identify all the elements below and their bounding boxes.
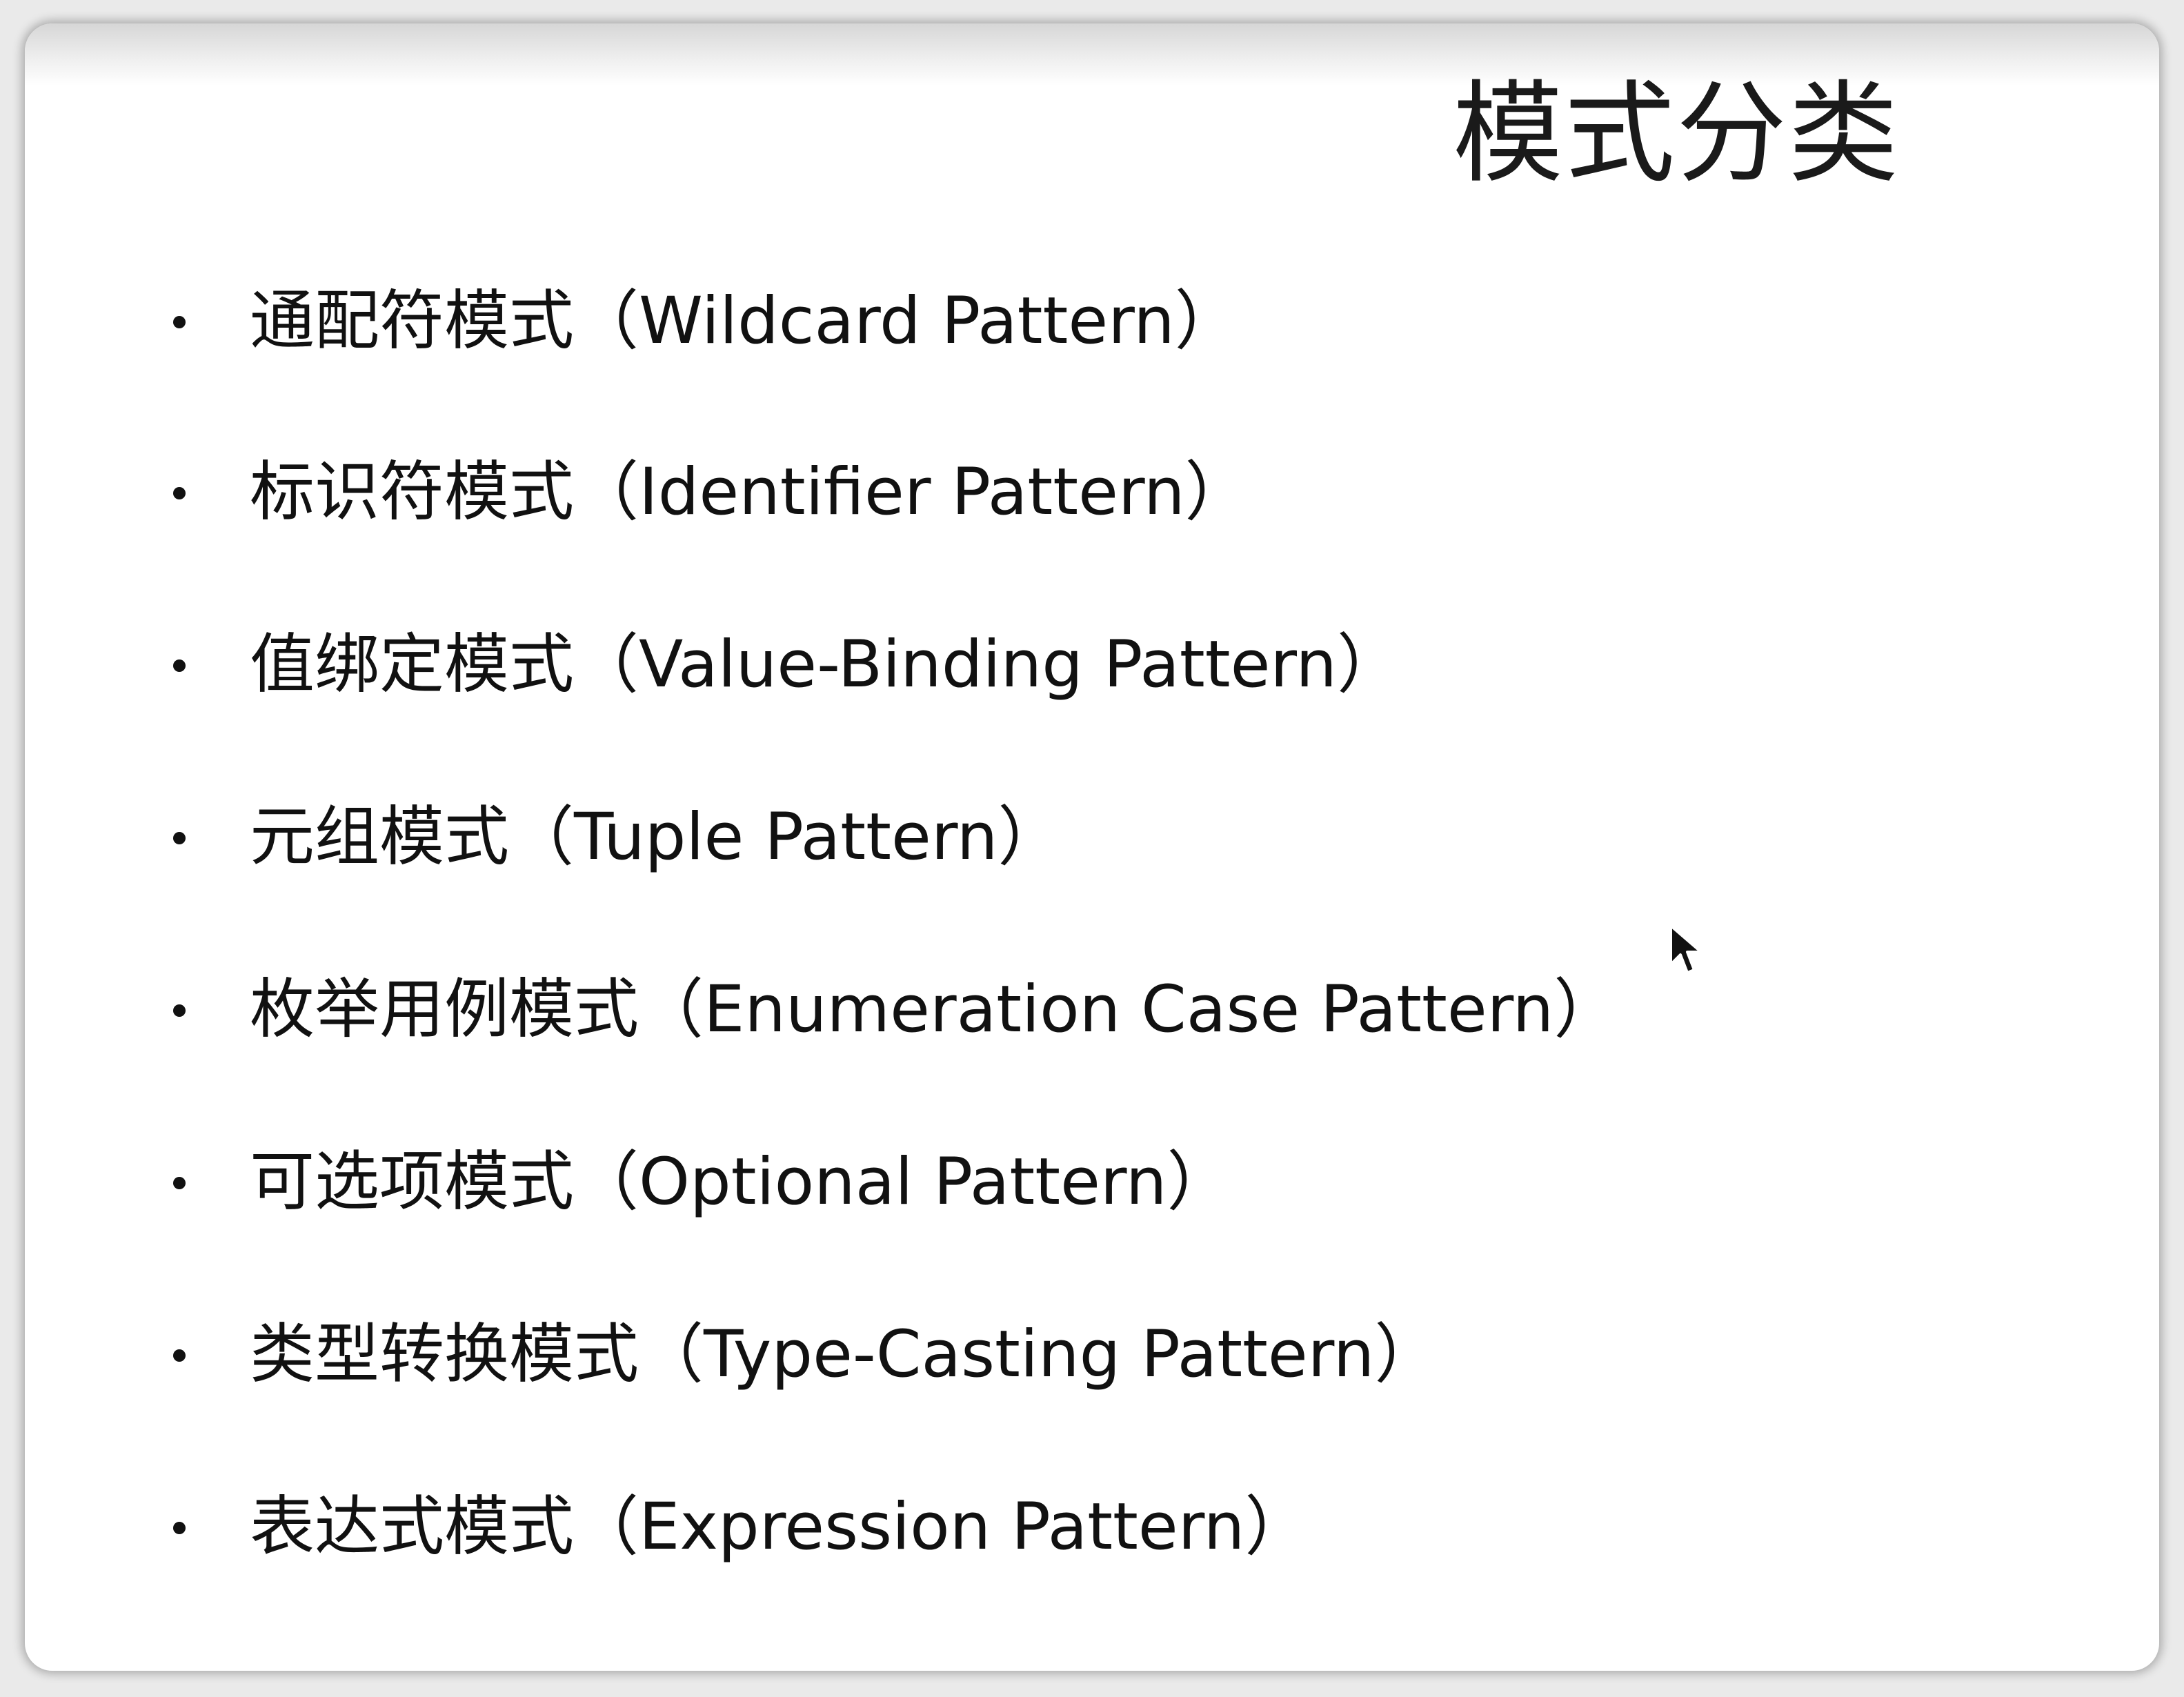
bullet-icon xyxy=(173,1522,186,1534)
list-item-label: 类型转换模式（Type-Casting Pattern） xyxy=(250,1317,1440,1392)
mouse-pointer-icon xyxy=(1669,924,1702,974)
bullet-icon xyxy=(173,832,186,844)
list-item-label: 通配符模式（Wildcard Pattern） xyxy=(250,284,1240,359)
bullet-icon xyxy=(173,487,186,499)
slide-title: 模式分类 xyxy=(1453,69,1900,198)
list-item-label: 元组模式（Tuple Pattern） xyxy=(250,800,1063,875)
bullet-icon xyxy=(173,1004,186,1017)
list-item-label: 枚举用例模式（Enumeration Case Pattern） xyxy=(250,972,1619,1047)
list-item-label: 可选项模式（Optional Pattern） xyxy=(250,1144,1232,1220)
bullet-icon xyxy=(173,1177,186,1189)
bullet-icon xyxy=(173,1349,186,1362)
list-item-label: 值绑定模式（Value-Binding Pattern） xyxy=(250,627,1402,702)
list-item-label: 标识符模式（Identifier Pattern） xyxy=(250,455,1250,530)
list-item-label: 表达式模式（Expression Pattern） xyxy=(250,1489,1310,1565)
bullet-icon xyxy=(173,316,186,328)
bullet-icon xyxy=(173,659,186,672)
slide: 模式分类 通配符模式（Wildcard Pattern） 标识符模式（Ident… xyxy=(25,23,2159,1671)
